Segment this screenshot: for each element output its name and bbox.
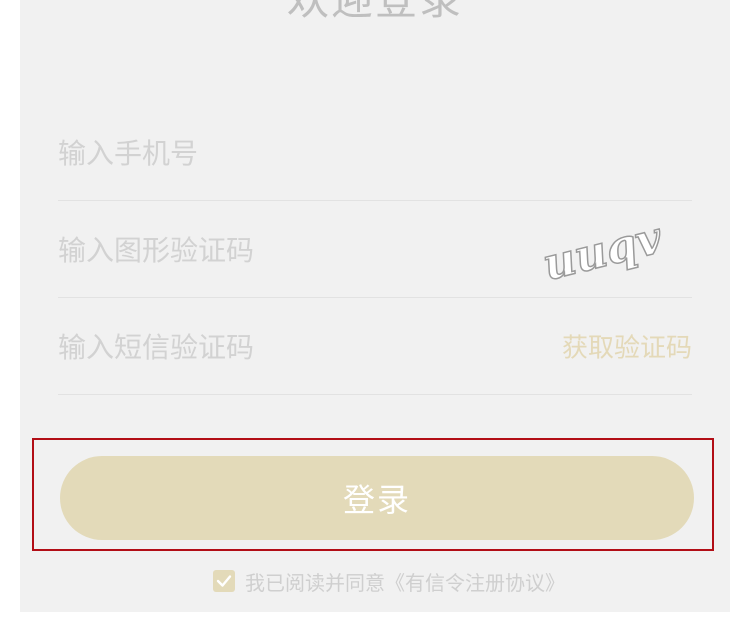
sms-code-field[interactable]: 输入短信验证码 获取验证码 xyxy=(58,298,692,395)
agreement-row: 我已阅读并同意《有信令注册协议》 xyxy=(213,566,565,596)
phone-field[interactable]: 输入手机号 xyxy=(58,104,692,201)
captcha-placeholder[interactable]: 输入图形验证码 xyxy=(58,229,254,269)
sms-code-placeholder[interactable]: 输入短信验证码 xyxy=(58,326,254,366)
login-panel: 欢迎登录 输入手机号 输入图形验证码 uuqv 输入短信验证码 获取验证码 登录… xyxy=(20,0,730,612)
captcha-text: uuqv xyxy=(538,218,667,280)
phone-placeholder[interactable]: 输入手机号 xyxy=(58,132,198,172)
check-icon xyxy=(216,575,232,587)
captcha-image[interactable]: uuqv xyxy=(536,218,686,280)
page-title: 欢迎登录 xyxy=(20,0,730,27)
login-button-highlight: 登录 xyxy=(32,438,714,551)
get-code-button[interactable]: 获取验证码 xyxy=(562,328,692,365)
agreement-checkbox[interactable] xyxy=(213,570,235,592)
captcha-field[interactable]: 输入图形验证码 uuqv xyxy=(58,201,692,298)
login-button[interactable]: 登录 xyxy=(60,456,694,540)
agreement-text[interactable]: 我已阅读并同意《有信令注册协议》 xyxy=(245,567,565,596)
